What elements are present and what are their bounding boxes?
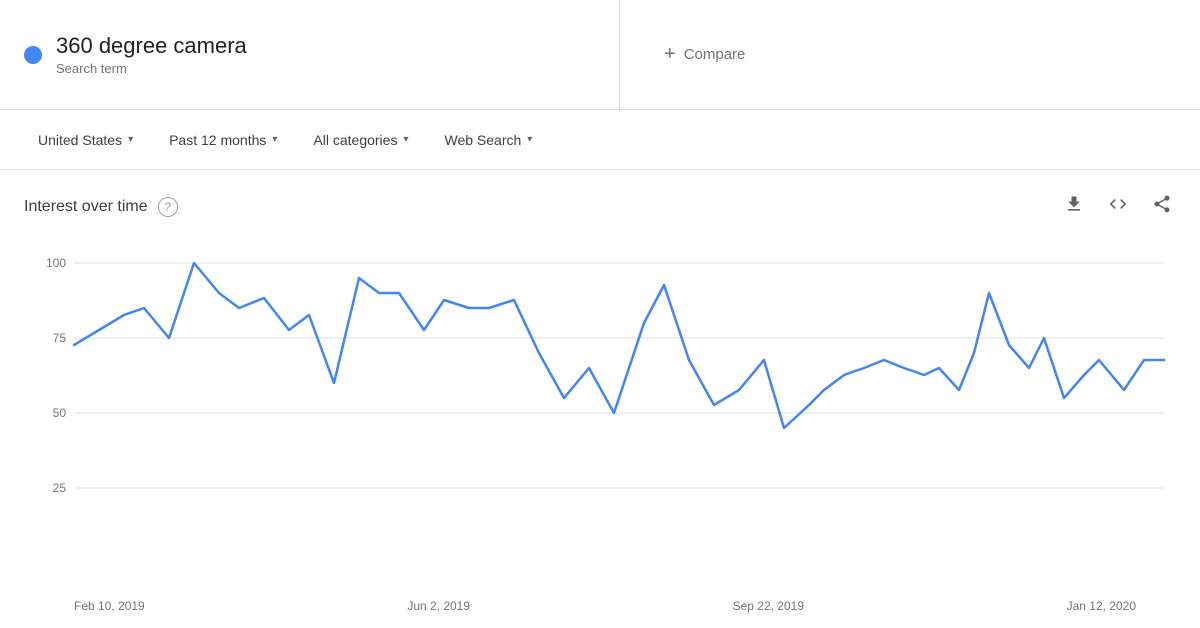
region-label: United States — [38, 132, 122, 148]
x-label-1: Feb 10, 2019 — [74, 599, 145, 613]
search-term-title: 360 degree camera — [56, 33, 247, 59]
help-icon-label: ? — [164, 200, 171, 214]
x-label-3: Sep 22, 2019 — [733, 599, 804, 613]
chevron-down-icon: ▾ — [403, 134, 408, 145]
x-label-2: Jun 2, 2019 — [407, 599, 470, 613]
download-button[interactable] — [1060, 190, 1088, 223]
chart-container: 100 75 50 25 — [24, 233, 1176, 593]
category-dropdown[interactable]: All categories ▾ — [299, 124, 422, 156]
svg-text:100: 100 — [46, 256, 66, 270]
search-term-subtitle: Search term — [56, 61, 247, 76]
chart-svg: 100 75 50 25 — [24, 233, 1176, 593]
download-icon — [1064, 194, 1084, 214]
chart-actions — [1060, 190, 1176, 223]
compare-section: + Compare — [620, 0, 1200, 109]
svg-text:25: 25 — [53, 481, 67, 495]
search-term-section: 360 degree camera Search term — [0, 0, 620, 109]
chevron-down-icon: ▾ — [527, 134, 532, 145]
chevron-down-icon: ▾ — [128, 134, 133, 145]
region-dropdown[interactable]: United States ▾ — [24, 124, 147, 156]
chart-title: Interest over time — [24, 198, 148, 216]
chevron-down-icon: ▾ — [272, 134, 277, 145]
time-range-label: Past 12 months — [169, 132, 266, 148]
chart-header: Interest over time ? — [24, 190, 1176, 223]
filters-bar: United States ▾ Past 12 months ▾ All cat… — [0, 110, 1200, 170]
x-axis-labels: Feb 10, 2019 Jun 2, 2019 Sep 22, 2019 Ja… — [24, 593, 1176, 613]
share-button[interactable] — [1148, 190, 1176, 223]
share-icon — [1152, 194, 1172, 214]
trend-line — [74, 263, 1164, 428]
embed-icon — [1108, 194, 1128, 214]
category-label: All categories — [313, 132, 397, 148]
search-term-dot — [24, 46, 42, 64]
search-term-info: 360 degree camera Search term — [56, 33, 247, 76]
chart-section: Interest over time ? — [0, 170, 1200, 628]
plus-icon: + — [664, 43, 676, 66]
embed-button[interactable] — [1104, 190, 1132, 223]
search-type-dropdown[interactable]: Web Search ▾ — [430, 124, 546, 156]
header: 360 degree camera Search term + Compare — [0, 0, 1200, 110]
svg-text:75: 75 — [53, 331, 67, 345]
time-range-dropdown[interactable]: Past 12 months ▾ — [155, 124, 291, 156]
svg-text:50: 50 — [53, 406, 67, 420]
compare-button[interactable]: + Compare — [652, 35, 757, 74]
chart-title-area: Interest over time ? — [24, 197, 178, 217]
compare-label: Compare — [684, 46, 746, 63]
x-label-4: Jan 12, 2020 — [1067, 599, 1136, 613]
help-icon[interactable]: ? — [158, 197, 178, 217]
search-type-label: Web Search — [444, 132, 521, 148]
